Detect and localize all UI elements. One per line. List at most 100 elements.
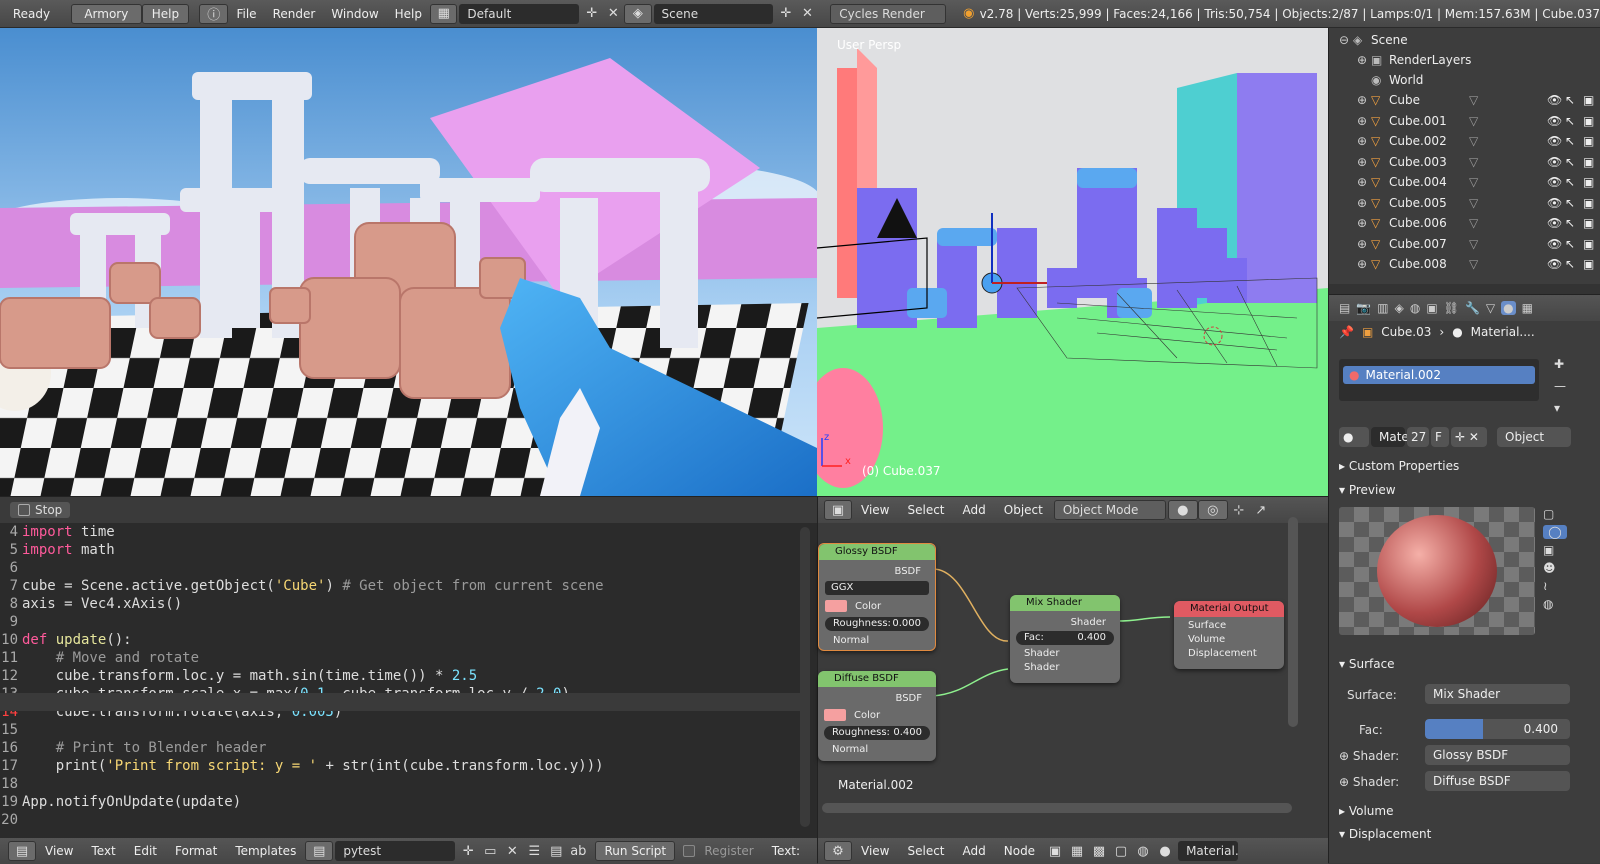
menu-file[interactable]: File [228, 7, 264, 21]
armory-button[interactable]: Armory [70, 3, 142, 24]
node-vscrollbar[interactable] [1288, 517, 1298, 727]
render-camera-icon[interactable]: ▣ [1583, 134, 1600, 148]
scene-field[interactable]: Scene [653, 3, 774, 24]
render-camera-icon[interactable]: ▣ [1583, 155, 1600, 169]
expand-icon[interactable]: ⊕ [1357, 257, 1371, 271]
outliner-object-row[interactable]: ⊕ ▽ Cube.005 ▽ 👁 ↖ ▣ [1357, 193, 1600, 213]
editor-type-icon[interactable]: ⚙ [824, 841, 852, 861]
code-line[interactable]: 16 # Print to Blender header [0, 739, 800, 757]
code-line[interactable]: 6 [0, 559, 800, 577]
outliner-object-row[interactable]: ⊕ ▽ Cube.001 ▽ 👁 ↖ ▣ [1357, 111, 1600, 131]
selectable-arrow-icon[interactable]: ↖ [1565, 216, 1583, 230]
outliner-object-row[interactable]: ⊕ ▽ Cube.004 ▽ 👁 ↖ ▣ [1357, 172, 1600, 192]
code-line[interactable]: 8 axis = Vec4.xAxis() [0, 595, 800, 613]
selectable-arrow-icon[interactable]: ↖ [1565, 257, 1583, 271]
translate-icon[interactable]: ↗ [1250, 500, 1272, 520]
expand-icon[interactable]: ⊕ [1357, 134, 1371, 148]
shading-icon[interactable]: ● [1167, 500, 1198, 520]
menu-help[interactable]: Help [387, 7, 430, 21]
menu-view[interactable]: View [36, 844, 82, 858]
expand-icon[interactable]: ⊕ [1357, 155, 1371, 169]
diffuse-roughness-slider[interactable]: Roughness: 0.400 [824, 726, 930, 740]
menu-select[interactable]: Select [898, 503, 953, 517]
glossy-bsdf-node[interactable]: Glossy BSDF BSDF GGX Color Roughness: 0.0… [818, 543, 936, 651]
material-name-field[interactable]: Mate [1371, 427, 1409, 447]
outliner-object-row[interactable]: ⊕ ▽ Cube.003 ▽ 👁 ↖ ▣ [1357, 152, 1600, 172]
menu-render[interactable]: Render [265, 7, 324, 21]
selectable-arrow-icon[interactable]: ↖ [1565, 196, 1583, 210]
text-scrollbar[interactable] [800, 527, 810, 827]
properties-tabs[interactable]: ▤ 📷 ▥ ◈ ◍ ▣ ⛓ 🔧 ▽ ● ▦ [1329, 295, 1600, 321]
preview-sky-icon[interactable]: ◍ [1543, 597, 1567, 611]
outliner-panel[interactable]: ⊖ ◈ Scene ⊕ ▣ RenderLayers ◉ World ⊕ ▽ Cub… [1328, 28, 1600, 294]
material-slot-item[interactable]: ● Material.002 [1343, 366, 1535, 384]
render-camera-icon[interactable]: ▣ [1583, 216, 1600, 230]
code-line[interactable]: 4 import time [0, 523, 800, 541]
render-camera-icon[interactable]: ▣ [1583, 257, 1600, 271]
run-script-button[interactable]: Run Script [595, 841, 676, 861]
screen-layout-field[interactable]: Default [459, 3, 580, 24]
render-camera-icon[interactable]: ▣ [1583, 114, 1600, 128]
mix-shader-node[interactable]: Mix Shader Shader Fac: 0.400 Shader Shade… [1010, 595, 1120, 683]
properties-panel[interactable]: ▤ 📷 ▥ ◈ ◍ ▣ ⛓ 🔧 ▽ ● ▦ 📌 ▣ Cube.03 › ● Ma… [1328, 294, 1600, 863]
visibility-eye-icon[interactable]: 👁 [1547, 237, 1565, 251]
texture-nodes-icon[interactable]: ▩ [1088, 841, 1110, 861]
code-line[interactable]: 7 cube = Scene.active.getObject('Cube') #… [0, 577, 800, 595]
menu-select[interactable]: Select [898, 844, 953, 858]
code-line[interactable]: 19 App.notifyOnUpdate(update) [0, 793, 800, 811]
add-slot-icon[interactable]: ✚ [1554, 357, 1564, 371]
visibility-eye-icon[interactable]: 👁 [1547, 196, 1565, 210]
render-camera-icon[interactable]: ▣ [1583, 196, 1600, 210]
volume-panel-header[interactable]: ▸ Volume [1339, 804, 1393, 818]
selectable-arrow-icon[interactable]: ↖ [1565, 114, 1583, 128]
menu-edit[interactable]: Edit [125, 844, 166, 858]
menu-templates[interactable]: Templates [226, 844, 305, 858]
preview-cube-icon[interactable]: ▣ [1543, 543, 1567, 557]
scene-icon[interactable]: ◈ [624, 3, 652, 24]
add-icon[interactable]: ✛ [581, 4, 603, 24]
custom-properties-panel[interactable]: ▸ Custom Properties [1339, 459, 1459, 473]
selectable-arrow-icon[interactable]: ↖ [1565, 175, 1583, 189]
editor-type-icon[interactable]: ▤ [1339, 301, 1350, 315]
code-line[interactable]: 20 [0, 811, 800, 829]
code-line[interactable]: 11 # Move and rotate [0, 649, 800, 667]
glossy-color-swatch[interactable] [825, 600, 847, 612]
displacement-panel-header[interactable]: ▾ Displacement [1339, 827, 1431, 841]
world-tab-icon[interactable]: ◍ [1410, 301, 1420, 315]
editor-type-icon[interactable]: ▣ [824, 500, 852, 520]
render-camera-icon[interactable]: ▣ [1583, 93, 1600, 107]
surface-shader-select[interactable]: Mix Shader [1425, 684, 1570, 704]
expand-icon[interactable]: ⊕ [1357, 175, 1371, 189]
close-icon[interactable]: ✕ [797, 4, 819, 24]
outliner-world[interactable]: ◉ World [1371, 70, 1600, 90]
expand-icon[interactable]: ⊕ [1357, 93, 1371, 107]
material-slot-list[interactable]: ● Material.002 [1339, 359, 1539, 401]
layout-icon[interactable]: ▦ [430, 3, 458, 24]
render-camera-icon[interactable]: ▣ [1583, 237, 1600, 251]
preview-hair-icon[interactable]: ≀ [1543, 579, 1567, 593]
preview-type-buttons[interactable]: ▢ ◯ ▣ ☻ ≀ ◍ [1543, 507, 1567, 611]
expand-icon[interactable]: ⊕ [1357, 216, 1371, 230]
render-tab-icon[interactable]: 📷 [1356, 301, 1371, 315]
glossy-distribution-select[interactable]: GGX [825, 581, 929, 595]
selectable-arrow-icon[interactable]: ↖ [1565, 155, 1583, 169]
material-output-node[interactable]: Material Output Surface Volume Displacem… [1174, 601, 1284, 669]
menu-view[interactable]: View [852, 503, 898, 517]
visibility-eye-icon[interactable]: 👁 [1547, 93, 1565, 107]
open-icon[interactable]: ▭ [479, 841, 501, 861]
add-icon[interactable]: ✛ [457, 841, 479, 861]
text-browse-icon[interactable]: ▤ [305, 841, 334, 861]
code-area[interactable]: 4 import time 5 import math 6 7 cube = Scene.a… [0, 523, 800, 829]
close-icon[interactable]: ✕ [501, 841, 523, 861]
fake-user-button[interactable]: F [1431, 427, 1449, 447]
outliner-object-row[interactable]: ⊕ ▽ Cube.008 ▽ 👁 ↖ ▣ [1357, 254, 1600, 274]
stop-button[interactable]: Stop [10, 502, 71, 518]
texture-tab-icon[interactable]: ▦ [1522, 301, 1533, 315]
text-editor[interactable]: Stop 4 import time 5 import math 6 7 cube = Sc… [0, 496, 817, 864]
fac-slider[interactable]: 0.400 [1425, 719, 1570, 739]
code-line[interactable]: 17 print('Print from script: y = ' + str… [0, 757, 800, 775]
visibility-eye-icon[interactable]: 👁 [1547, 134, 1565, 148]
help-button[interactable]: Help [141, 3, 190, 24]
code-line[interactable]: 15 [0, 721, 800, 739]
outliner-object-row[interactable]: ⊕ ▽ Cube.007 ▽ 👁 ↖ ▣ [1357, 234, 1600, 254]
